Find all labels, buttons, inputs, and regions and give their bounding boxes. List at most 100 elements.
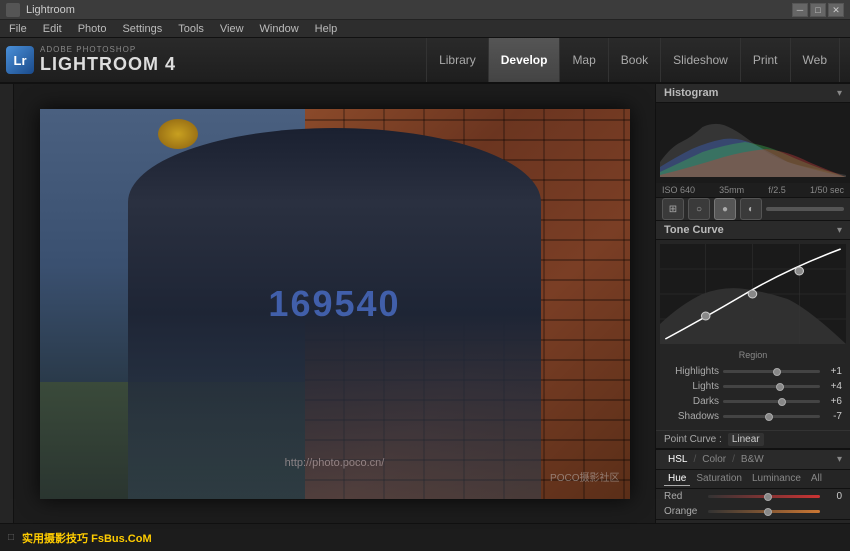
hsl-collapse-icon[interactable]: ▾ xyxy=(837,454,842,465)
tool-spot[interactable]: ○ xyxy=(688,198,710,220)
lights-row: Lights +4 xyxy=(664,381,842,392)
flowers xyxy=(158,119,198,149)
shadows-thumb[interactable] xyxy=(765,413,773,421)
tool-grad[interactable]: ◐ xyxy=(740,198,762,220)
maximize-button[interactable]: □ xyxy=(810,3,826,17)
filmstrip-icon: □ xyxy=(8,532,14,543)
hsl-subtab-luminance[interactable]: Luminance xyxy=(748,472,805,486)
shadows-track[interactable] xyxy=(723,415,820,418)
person xyxy=(128,128,541,499)
photo-area: 169540 http://photo.poco.cn/ POCO摄影社区 xyxy=(14,84,655,523)
window-controls[interactable]: ─ □ ✕ xyxy=(792,3,844,17)
menu-edit[interactable]: Edit xyxy=(40,23,65,35)
iso-value: ISO 640 xyxy=(662,185,695,195)
main-layout: 169540 http://photo.poco.cn/ POCO摄影社区 Hi… xyxy=(0,84,850,523)
region-label: Region xyxy=(656,348,850,362)
hsl-tab-color[interactable]: Color xyxy=(698,453,730,466)
lr-title: ADOBE PHOTOSHOP LIGHTROOM 4 xyxy=(40,45,176,75)
menu-settings[interactable]: Settings xyxy=(119,23,165,35)
hsl-subtab-all[interactable]: All xyxy=(807,472,826,486)
red-label: Red xyxy=(664,491,704,502)
histogram-section: Histogram ▾ xyxy=(656,84,850,198)
menu-window[interactable]: Window xyxy=(257,23,302,35)
tool-bar: ⊞ ○ ● ◐ xyxy=(656,198,850,221)
hsl-subtab-hue[interactable]: Hue xyxy=(664,472,690,486)
lights-label: Lights xyxy=(664,381,719,392)
menu-file[interactable]: File xyxy=(6,23,30,35)
exposure-slider[interactable] xyxy=(766,207,844,211)
highlights-value: +1 xyxy=(824,366,842,377)
shadows-row: Shadows -7 xyxy=(664,411,842,422)
app-icon xyxy=(6,3,20,17)
minimize-button[interactable]: ─ xyxy=(792,3,808,17)
curve-svg xyxy=(660,244,846,344)
title-bar-left: Lightroom xyxy=(6,3,75,17)
darks-value: +6 xyxy=(824,396,842,407)
shadows-label: Shadows xyxy=(664,411,719,422)
menu-view[interactable]: View xyxy=(217,23,247,35)
red-thumb[interactable] xyxy=(764,493,772,501)
menu-tools[interactable]: Tools xyxy=(175,23,207,35)
red-track[interactable] xyxy=(708,495,820,498)
lights-track[interactable] xyxy=(723,385,820,388)
curve-canvas xyxy=(660,244,846,344)
aperture-value: f/2.5 xyxy=(768,185,786,195)
histogram-title: Histogram xyxy=(664,87,718,99)
tone-curve-section: Tone Curve ▾ xyxy=(656,221,850,449)
status-badge: 实用摄影技巧 FsBus.CoM xyxy=(22,530,152,546)
tone-curve-collapse-icon[interactable]: ▾ xyxy=(837,225,842,236)
darks-thumb[interactable] xyxy=(778,398,786,406)
menu-photo[interactable]: Photo xyxy=(75,23,110,35)
app-logo: Lr ADOBE PHOTOSHOP LIGHTROOM 4 xyxy=(6,45,176,75)
darks-track[interactable] xyxy=(723,400,820,403)
tab-web[interactable]: Web xyxy=(791,38,840,82)
darks-row: Darks +6 xyxy=(664,396,842,407)
watermark-site: POCO摄影社区 xyxy=(550,469,619,484)
darks-label: Darks xyxy=(664,396,719,407)
red-value: 0 xyxy=(824,491,842,502)
left-panel xyxy=(0,84,14,523)
hsl-tab-bw[interactable]: B&W xyxy=(737,453,768,466)
tone-curve-title: Tone Curve xyxy=(664,224,724,236)
histogram-svg xyxy=(660,107,846,177)
center-panel: 169540 http://photo.poco.cn/ POCO摄影社区 xyxy=(14,84,655,523)
tool-crop[interactable]: ⊞ xyxy=(662,198,684,220)
histogram-meta: ISO 640 35mm f/2.5 1/50 sec xyxy=(656,183,850,197)
highlights-track[interactable] xyxy=(723,370,820,373)
orange-track[interactable] xyxy=(708,510,820,513)
right-panel: Histogram ▾ xyxy=(655,84,850,523)
bottom-buttons: Previous Reset xyxy=(656,519,850,523)
hsl-tab-hsl[interactable]: HSL xyxy=(664,453,691,466)
shadows-value: -7 xyxy=(824,411,842,422)
histogram-collapse-icon[interactable]: ▾ xyxy=(837,88,842,99)
status-bar: □ 实用摄影技巧 FsBus.CoM xyxy=(0,523,850,551)
nav-bar: Lr ADOBE PHOTOSHOP LIGHTROOM 4 Library D… xyxy=(0,38,850,84)
close-button[interactable]: ✕ xyxy=(828,3,844,17)
title-bar: Lightroom ─ □ ✕ xyxy=(0,0,850,20)
hsl-section: HSL / Color / B&W ▾ Hue Saturation Lumin… xyxy=(656,449,850,519)
point-curve-label: Point Curve : xyxy=(664,434,722,445)
tab-slideshow[interactable]: Slideshow xyxy=(661,38,741,82)
red-slider-row: Red 0 xyxy=(656,489,850,504)
lights-value: +4 xyxy=(824,381,842,392)
tab-develop[interactable]: Develop xyxy=(489,38,561,82)
histogram-canvas xyxy=(656,103,850,183)
window-title: Lightroom xyxy=(26,4,75,16)
tone-curve-header: Tone Curve ▾ xyxy=(656,221,850,240)
focal-value: 35mm xyxy=(719,185,744,195)
lights-thumb[interactable] xyxy=(776,383,784,391)
hsl-tabs: HSL / Color / B&W ▾ xyxy=(656,450,850,470)
hsl-subtab-saturation[interactable]: Saturation xyxy=(692,472,746,486)
orange-thumb[interactable] xyxy=(764,508,772,516)
highlights-row: Highlights +1 xyxy=(664,366,842,377)
highlights-thumb[interactable] xyxy=(773,368,781,376)
point-curve-value[interactable]: Linear xyxy=(728,433,764,446)
tab-library[interactable]: Library xyxy=(426,38,489,82)
tab-map[interactable]: Map xyxy=(560,38,608,82)
highlights-label: Highlights xyxy=(664,366,719,377)
lr-badge: Lr xyxy=(6,46,34,74)
tab-book[interactable]: Book xyxy=(609,38,661,82)
tab-print[interactable]: Print xyxy=(741,38,791,82)
menu-help[interactable]: Help xyxy=(312,23,341,35)
tool-redeye[interactable]: ● xyxy=(714,198,736,220)
